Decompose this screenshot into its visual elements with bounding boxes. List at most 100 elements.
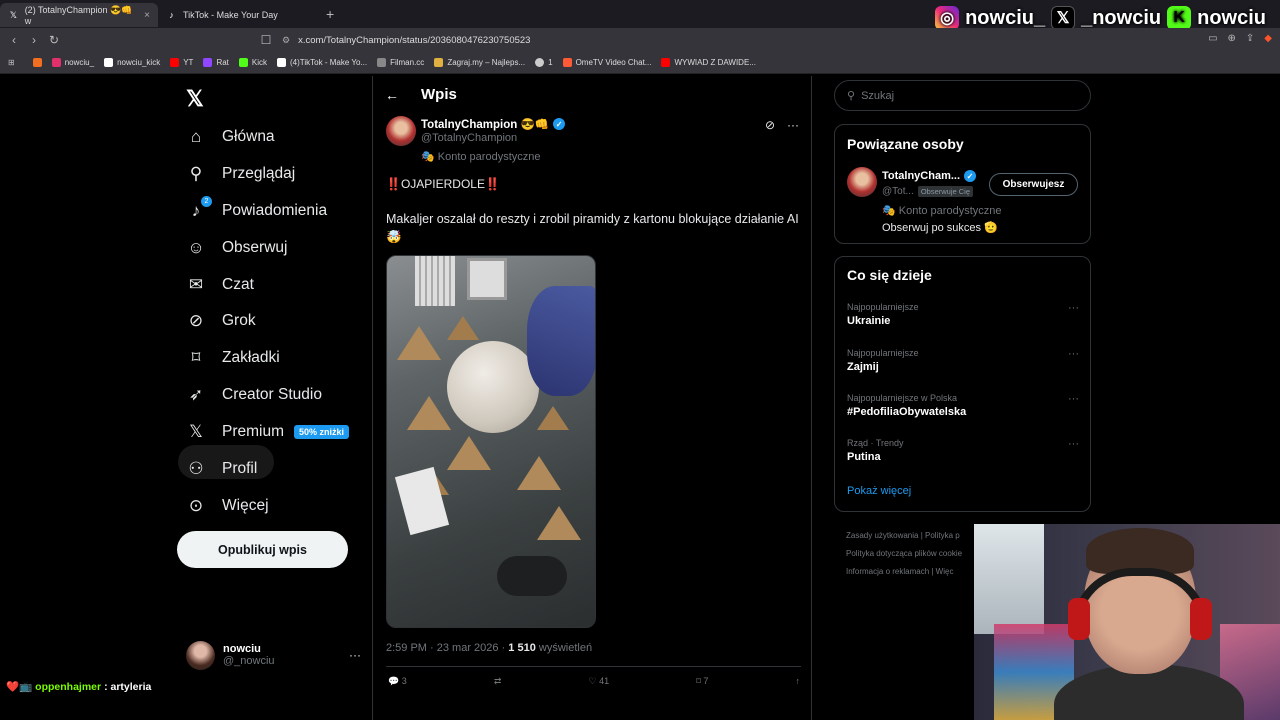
bookmark-item[interactable]: nowciu_	[51, 58, 94, 67]
forward-icon[interactable]: ›	[24, 33, 44, 47]
photo-hand	[527, 286, 595, 396]
related-name-text: TotalnyCham...	[882, 170, 961, 182]
more-dots-icon[interactable]: ···	[1068, 393, 1079, 405]
photo-radiator	[415, 256, 455, 306]
bookmark-item[interactable]: nowciu_kick	[104, 58, 160, 67]
address-bar[interactable]: ⚙ x.com/TotalnyChampion/status/203608047…	[282, 31, 1002, 49]
nav-more[interactable]: ⊙ Więcej	[186, 491, 269, 521]
nav-label: Więcej	[222, 497, 269, 514]
reply-button[interactable]: 💬 3	[388, 676, 407, 687]
nav-home[interactable]: ⌂ Główna	[186, 122, 275, 152]
search-input[interactable]: ⚲ Szukaj	[834, 80, 1091, 111]
bookmark-item[interactable]: 1	[535, 58, 553, 67]
show-more-link[interactable]: Pokaż więcej	[847, 485, 911, 497]
brave-shield-icon[interactable]: ◆	[1264, 33, 1272, 44]
bookmark-item[interactable]	[32, 58, 42, 67]
grok-icon[interactable]: ⊘	[765, 118, 775, 132]
trend-item[interactable]: Najpopularniejsze Zajmij ···	[847, 348, 1079, 373]
bookmark-label: 1	[548, 58, 553, 67]
bookmark-item[interactable]: YT	[170, 58, 193, 67]
bookmark-item[interactable]: (4)TikTok - Make Yo...	[277, 58, 367, 67]
back-arrow-icon[interactable]: ←	[385, 87, 399, 103]
related-name[interactable]: TotalnyCham... ✓	[882, 170, 977, 182]
nav-chat[interactable]: ✉ Czat	[186, 270, 254, 300]
following-button[interactable]: Obserwujesz	[989, 173, 1078, 196]
trend-topic: #PedofiliaObywatelska	[847, 406, 967, 418]
bookmark-item[interactable]: WYWIAD Z DAWIDE...	[661, 58, 756, 67]
nav-premium[interactable]: 𝕏 Premium 50% zniżki	[186, 417, 350, 447]
nav-profile[interactable]: ⚇ Profil	[186, 454, 257, 484]
avatar[interactable]	[847, 167, 877, 197]
new-tab-button[interactable]: +	[326, 6, 334, 22]
bookmark-label: WYWIAD Z DAWIDE...	[674, 58, 756, 67]
author-avatar[interactable]	[386, 116, 416, 146]
nav-explore[interactable]: ⚲ Przeglądaj	[186, 159, 295, 189]
bookmark-label: OmeTV Video Chat...	[575, 58, 652, 67]
nav-grok[interactable]: ⊘ Grok	[186, 306, 256, 336]
chat-overlay: ❤️📺 oppenhajmer : artyleria	[6, 680, 151, 694]
bookmark-item[interactable]: Rat	[203, 58, 229, 67]
nav-label: Czat	[222, 276, 254, 293]
trend-category: Rząd · Trendy	[847, 438, 904, 448]
share-icon[interactable]: ⇪	[1246, 33, 1254, 44]
apps-icon[interactable]: ⊞	[8, 58, 15, 67]
x-logo-icon[interactable]: 𝕏	[186, 86, 204, 112]
views-label: wyświetleń	[538, 642, 593, 654]
trend-item[interactable]: Najpopularniejsze Ukrainie ···	[847, 302, 1079, 327]
more-dots-icon[interactable]: ···	[1068, 348, 1079, 360]
reload-icon[interactable]: ↻	[44, 33, 64, 47]
post-video[interactable]	[386, 255, 596, 628]
nav-creator-studio[interactable]: ➶ Creator Studio	[186, 380, 322, 410]
browser-tab-active[interactable]: 𝕏 (2) TotalnyChampion 😎👊 w ×	[0, 3, 158, 27]
trend-item[interactable]: Najpopularniejsze w Polska #PedofiliaOby…	[847, 393, 1079, 418]
bell-icon: ♪ 2	[186, 196, 212, 221]
bookmark-page-icon[interactable]: ☐	[256, 33, 276, 47]
like-button[interactable]: ♡ 41	[589, 676, 610, 687]
bookmark-label: Kick	[251, 58, 268, 67]
browser-tab[interactable]: ♪ TikTok - Make Your Day	[158, 3, 318, 27]
cardboard-pyramid	[447, 316, 479, 340]
kick-icon: K	[1167, 6, 1192, 30]
author-handle[interactable]: @TotalnyChampion	[421, 132, 517, 144]
related-bio: Obserwuj po sukces 🫡	[882, 222, 998, 234]
x-handle: _nowciu	[1081, 6, 1162, 29]
share-button[interactable]: ↑	[795, 676, 800, 687]
nav-follow[interactable]: ☺ Obserwuj	[186, 233, 287, 263]
zoom-icon[interactable]: ⊕	[1228, 33, 1236, 44]
cardboard-pyramid	[447, 436, 491, 470]
repost-button[interactable]: ⇄	[494, 676, 502, 687]
verified-badge-icon: ✓	[553, 118, 566, 130]
bookmark-item[interactable]: Zagraj.my – Najleps...	[434, 58, 525, 67]
instagram-icon: ◎	[935, 6, 960, 30]
back-icon[interactable]: ‹	[4, 33, 24, 47]
author-name[interactable]: TotalnyChampion 😎👊 ✓	[421, 117, 566, 131]
more-dots-icon[interactable]: ···	[349, 648, 361, 662]
bookmark-label: Filman.cc	[390, 58, 425, 67]
account-switcher[interactable]: nowciu @_nowciu ···	[186, 638, 361, 672]
close-icon[interactable]: ×	[144, 10, 150, 21]
site-info-icon[interactable]: ⚙	[282, 35, 290, 46]
trend-category: Najpopularniejsze	[847, 302, 919, 312]
more-dots-icon[interactable]: ···	[1068, 438, 1079, 450]
rocket-icon: ➶	[188, 385, 204, 404]
nav-label: Grok	[222, 312, 256, 329]
trend-item[interactable]: Rząd · Trendy Putina ···	[847, 438, 1079, 463]
nav-bookmarks[interactable]: ⌑ Zakładki	[186, 343, 280, 373]
promo-badge: 50% zniżki	[294, 425, 350, 439]
more-dots-icon[interactable]: ···	[787, 118, 799, 132]
post-button[interactable]: Opublikuj wpis	[177, 531, 348, 568]
bookmark-item[interactable]: OmeTV Video Chat...	[562, 58, 652, 67]
bookmark-item[interactable]: Filman.cc	[377, 58, 424, 67]
cardboard-pyramid	[397, 326, 441, 360]
search-placeholder: Szukaj	[861, 89, 895, 102]
bookmark-item[interactable]: Kick	[238, 58, 268, 67]
bookmark-label: (4)TikTok - Make Yo...	[290, 58, 368, 67]
bookmark-button[interactable]: ⌑ 7	[696, 676, 708, 687]
tiktok-icon: ♪	[169, 10, 174, 20]
grok-icon: ⊘	[188, 311, 204, 330]
cast-icon[interactable]: ▭	[1208, 33, 1217, 44]
related-people-card: Powiązane osoby TotalnyCham... ✓ @Tot...…	[834, 124, 1091, 244]
nav-notifications[interactable]: ♪ 2 Powiadomienia	[186, 196, 327, 226]
cardboard-pyramid	[517, 456, 561, 490]
more-dots-icon[interactable]: ···	[1068, 302, 1079, 314]
